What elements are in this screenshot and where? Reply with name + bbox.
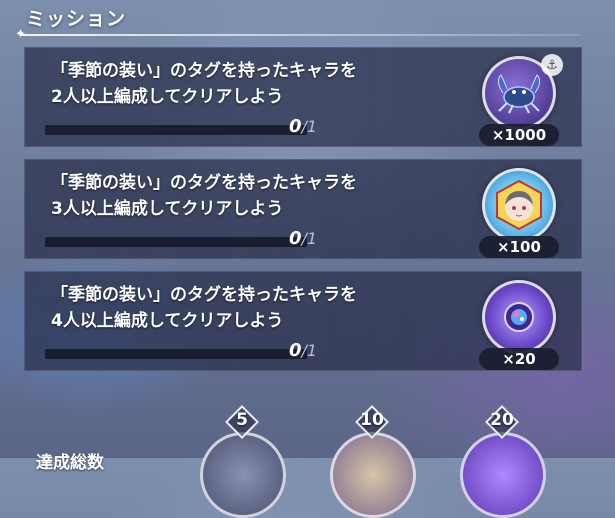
milestone-marker: 10 — [355, 405, 389, 439]
bonus-icon: ⚓ — [541, 54, 563, 76]
milestone-marker: 5 — [225, 405, 259, 439]
reward-count: ×100 — [479, 236, 559, 258]
milestone-reward[interactable] — [460, 432, 546, 518]
mission-description: 「季節の装い」のタグを持ったキャラを 4人以上編成してクリアしよう — [51, 285, 357, 331]
reward-count: ×20 — [479, 348, 559, 370]
mission-card[interactable]: 「季節の装い」のタグを持ったキャラを 3人以上編成してクリアしよう 0/1 ×1… — [24, 159, 582, 259]
progress-bar — [45, 237, 307, 247]
progress-bar — [45, 349, 307, 359]
progress-text: 0/1 — [289, 116, 317, 137]
mission-card[interactable]: 「季節の装い」のタグを持ったキャラを 4人以上編成してクリアしよう 0/1 ×2… — [24, 271, 582, 371]
mission-card[interactable]: 「季節の装い」のタグを持ったキャラを 2人以上編成してクリアしよう 0/1 ⚓ … — [24, 47, 582, 147]
reward-item[interactable]: ×100 — [479, 168, 559, 258]
reward-count: ×1000 — [479, 124, 559, 146]
progress-total: 1 — [306, 341, 318, 360]
reward-item[interactable]: ⚓ ×1000 — [479, 54, 563, 146]
character-portrait-icon — [482, 168, 556, 242]
milestone-marker: 20 — [485, 405, 519, 439]
progress-bar — [45, 125, 307, 135]
progress-total: 1 — [306, 229, 318, 248]
milestone-label: 5 — [236, 410, 248, 430]
progress-current: 0 — [289, 116, 302, 137]
page-title: ミッション — [26, 8, 127, 30]
milestone-label: 20 — [490, 410, 514, 430]
progress-text: 0/1 — [289, 340, 317, 361]
progress-current: 0 — [289, 340, 302, 361]
mission-description: 「季節の装い」のタグを持ったキャラを 3人以上編成してクリアしよう — [51, 173, 357, 219]
progress-current: 0 — [289, 228, 302, 249]
orb-icon — [482, 280, 556, 354]
achievement-count-label: 達成総数 — [36, 453, 104, 473]
milestone-reward[interactable] — [330, 432, 416, 518]
milestone-label: 10 — [360, 410, 384, 430]
mission-description: 「季節の装い」のタグを持ったキャラを 2人以上編成してクリアしよう — [51, 61, 357, 107]
header-divider — [20, 34, 580, 36]
reward-item[interactable]: ×20 — [479, 280, 559, 370]
milestone-reward[interactable] — [200, 432, 286, 518]
progress-text: 0/1 — [289, 228, 317, 249]
progress-total: 1 — [306, 117, 318, 136]
